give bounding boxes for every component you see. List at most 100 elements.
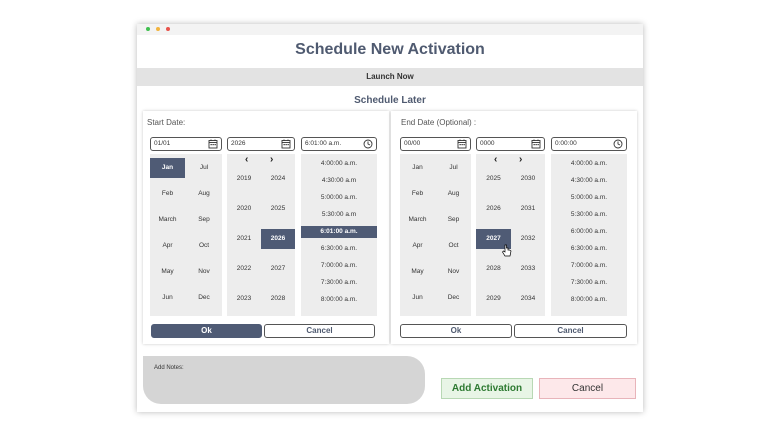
year-option[interactable]: 2028: [476, 259, 511, 279]
month-option[interactable]: Feb: [400, 184, 435, 204]
year-option[interactable]: 2022: [227, 259, 261, 279]
time-option[interactable]: 4:00:00 a.m.: [551, 158, 627, 170]
month-option[interactable]: Oct: [187, 236, 221, 256]
year-option[interactable]: 2033: [511, 259, 545, 279]
cancel-button[interactable]: Cancel: [539, 378, 636, 399]
year-option[interactable]: 2026: [261, 229, 295, 249]
calendar-icon[interactable]: [281, 139, 291, 149]
time-option[interactable]: 6:30:00 a.m.: [551, 243, 627, 255]
start-year-value: 2026: [231, 140, 246, 147]
end-date-panel: End Date (Optional) : 00/00 0000 0:00:00…: [391, 111, 637, 344]
time-option[interactable]: 4:30:00 a.m.: [551, 175, 627, 187]
start-cancel-button[interactable]: Cancel: [264, 324, 375, 338]
add-activation-button[interactable]: Add Activation: [441, 378, 533, 399]
end-date-value: 00/00: [404, 140, 421, 147]
chevron-left-icon[interactable]: ‹: [494, 154, 497, 165]
year-option[interactable]: 2034: [511, 289, 545, 309]
month-option[interactable]: Dec: [187, 288, 221, 308]
month-option[interactable]: Jul: [436, 158, 471, 178]
calendar-icon[interactable]: [457, 139, 467, 149]
time-option[interactable]: 8:00:00 a.m.: [301, 294, 377, 306]
end-date-field[interactable]: 00/00: [400, 137, 471, 151]
year-option[interactable]: 2024: [261, 169, 295, 189]
time-option[interactable]: 5:30:00 a.m.: [551, 209, 627, 221]
month-option[interactable]: March: [400, 210, 435, 230]
window-dot-yellow[interactable]: [156, 27, 160, 31]
month-option[interactable]: Nov: [436, 262, 471, 282]
time-option[interactable]: 7:00:00 a.m.: [551, 260, 627, 272]
start-month-picker: Jan Feb March Apr May Jun Jul Aug Sep Oct Nov Dec: [150, 154, 222, 316]
year-option[interactable]: 2028: [261, 289, 295, 309]
end-time-field[interactable]: 0:00:00: [551, 137, 627, 151]
title-bar: [137, 24, 643, 35]
time-option[interactable]: 4:00:00 a.m.: [301, 158, 377, 170]
month-option[interactable]: March: [150, 210, 185, 230]
month-option[interactable]: Oct: [436, 236, 471, 256]
time-option[interactable]: 6:00:00 a.m.: [551, 226, 627, 238]
year-option[interactable]: 2031: [511, 199, 545, 219]
end-month-picker: Jan Feb March Apr May Jun Jul Aug Sep Oct Nov Dec: [400, 154, 471, 316]
notes-label: Add Notes:: [154, 365, 184, 371]
month-option[interactable]: Sep: [187, 210, 221, 230]
chevron-left-icon[interactable]: ‹: [245, 154, 248, 165]
year-option[interactable]: 2025: [476, 169, 511, 189]
month-option[interactable]: Dec: [436, 288, 471, 308]
start-time-field[interactable]: 6:01:00 a.m.: [301, 137, 377, 151]
notes-textarea[interactable]: Add Notes:: [143, 356, 425, 404]
time-option[interactable]: 5:30:00 a.m: [301, 209, 377, 221]
time-option[interactable]: 7:30:00 a.m.: [551, 277, 627, 289]
start-year-field[interactable]: 2026: [227, 137, 295, 151]
launch-now-button[interactable]: Launch Now: [137, 68, 643, 86]
calendar-icon[interactable]: [531, 139, 541, 149]
month-option[interactable]: Feb: [150, 184, 185, 204]
year-option[interactable]: 2027: [261, 259, 295, 279]
year-option[interactable]: 2019: [227, 169, 261, 189]
month-option[interactable]: Jan: [400, 158, 435, 178]
end-ok-button[interactable]: Ok: [400, 324, 512, 338]
month-option[interactable]: Apr: [150, 236, 185, 256]
schedule-later-heading: Schedule Later: [354, 95, 426, 106]
month-option[interactable]: Jan: [150, 158, 185, 178]
time-option[interactable]: 5:00:00 a.m.: [301, 192, 377, 204]
year-option[interactable]: 2020: [227, 199, 261, 219]
month-option[interactable]: May: [150, 262, 185, 282]
year-option[interactable]: 2029: [476, 289, 511, 309]
schedule-activation-window: Schedule New Activation Launch Now Sched…: [137, 24, 643, 412]
start-date-label: Start Date:: [147, 118, 186, 127]
time-option[interactable]: 5:00:00 a.m.: [551, 192, 627, 204]
month-option[interactable]: Nov: [187, 262, 221, 282]
month-option[interactable]: Aug: [187, 184, 221, 204]
year-option[interactable]: 2023: [227, 289, 261, 309]
year-option[interactable]: 2030: [511, 169, 545, 189]
year-option[interactable]: 2026: [476, 199, 511, 219]
window-dot-red[interactable]: [166, 27, 170, 31]
month-option[interactable]: Jun: [150, 288, 185, 308]
start-time-value: 6:01:00 a.m.: [305, 140, 342, 147]
time-option[interactable]: 6:01:00 a.m.: [301, 226, 377, 238]
start-date-panel: Start Date: 01/01 2026 6:01:00 a.m. Jan F…: [143, 111, 389, 344]
year-option[interactable]: 2025: [261, 199, 295, 219]
month-option[interactable]: Jul: [187, 158, 221, 178]
window-dot-green[interactable]: [146, 27, 150, 31]
calendar-icon[interactable]: [208, 139, 218, 149]
year-option[interactable]: 2032: [511, 229, 545, 249]
clock-icon[interactable]: [363, 139, 373, 149]
year-option[interactable]: 2021: [227, 229, 261, 249]
start-ok-button[interactable]: Ok: [151, 324, 262, 338]
end-cancel-button[interactable]: Cancel: [514, 324, 627, 338]
chevron-right-icon[interactable]: ›: [270, 154, 273, 165]
time-option[interactable]: 7:00:00 a.m.: [301, 260, 377, 272]
time-option[interactable]: 4:30:00 a.m: [301, 175, 377, 187]
time-option[interactable]: 8:00:00 a.m.: [551, 294, 627, 306]
clock-icon[interactable]: [613, 139, 623, 149]
start-date-field[interactable]: 01/01: [150, 137, 222, 151]
month-option[interactable]: Aug: [436, 184, 471, 204]
end-year-field[interactable]: 0000: [476, 137, 545, 151]
time-option[interactable]: 6:30:00 a.m.: [301, 243, 377, 255]
chevron-right-icon[interactable]: ›: [519, 154, 522, 165]
month-option[interactable]: Apr: [400, 236, 435, 256]
month-option[interactable]: May: [400, 262, 435, 282]
month-option[interactable]: Sep: [436, 210, 471, 230]
time-option[interactable]: 7:30:00 a.m.: [301, 277, 377, 289]
month-option[interactable]: Jun: [400, 288, 435, 308]
